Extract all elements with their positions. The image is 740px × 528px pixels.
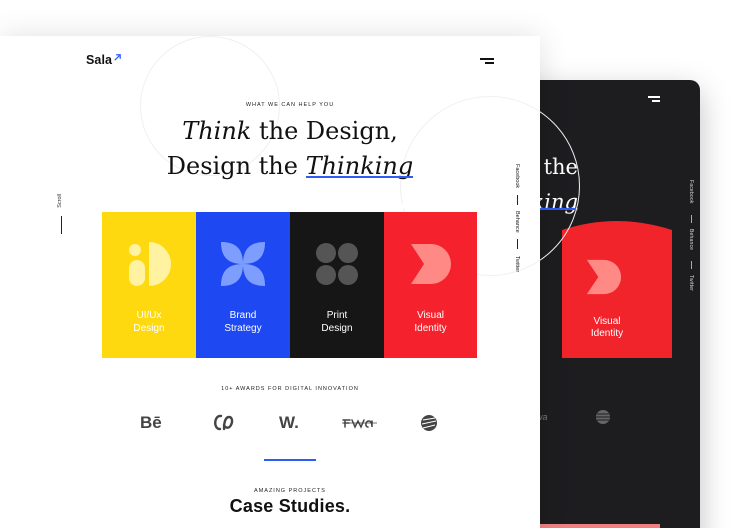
visual-identity-icon xyxy=(586,259,622,295)
fwa-icon xyxy=(342,419,377,429)
service-cards: UI/Ux Design Brand Strategy Print Design… xyxy=(102,212,477,358)
dark-award-logos: wa xyxy=(536,410,610,424)
services-kicker: WHAT WE CAN HELP YOU xyxy=(245,102,335,108)
light-theme-page: Sala WHAT WE CAN HELP YOU Think the Desi… xyxy=(0,36,580,528)
behance-logo[interactable]: Bē xyxy=(140,412,162,434)
hero-headline: Think the Design, Design the Thinking xyxy=(0,114,580,184)
headline-line1-rest: the Design, xyxy=(251,117,398,145)
dark-card-label-line1: Visual xyxy=(593,316,621,327)
service-card-ui-ux[interactable]: UI/Ux Design xyxy=(102,212,196,358)
dark-social-twitter[interactable]: Twitter xyxy=(688,275,694,291)
case-studies-title: Case Studies. xyxy=(229,496,351,516)
headline-line2-rest: Design the xyxy=(166,152,306,180)
cards-wave-top xyxy=(102,204,477,212)
globe-icon xyxy=(421,415,437,431)
menu-icon[interactable] xyxy=(480,58,494,65)
card-wave xyxy=(562,221,672,240)
card-label-line2: Strategy xyxy=(224,323,262,334)
card-label-line1: Visual xyxy=(416,310,445,321)
social-behance[interactable]: Behance xyxy=(514,211,520,233)
brand-logo[interactable]: Sala xyxy=(86,53,112,67)
card-label-line2: Design xyxy=(133,323,165,334)
css-awards-icon xyxy=(214,414,234,431)
section-divider xyxy=(264,459,316,461)
projects-kicker: AMAZING PROJECTS xyxy=(254,488,326,494)
arrow-up-right-icon xyxy=(114,54,121,61)
card-label-line1: UI/Ux xyxy=(136,310,162,321)
ui-ux-icon xyxy=(129,242,171,286)
social-links: Facebook Behance Twitter xyxy=(514,164,520,272)
award-logos: Bē W. xyxy=(138,412,438,436)
service-card-visual-identity[interactable]: Visual Identity xyxy=(384,212,477,358)
social-twitter[interactable]: Twitter xyxy=(514,256,520,272)
dark-service-card-visual-identity[interactable]: Visual Identity xyxy=(562,221,672,358)
webby-logo[interactable]: W. xyxy=(279,412,299,434)
dark-social-links: Facebook Behance Twitter xyxy=(674,180,694,300)
css-awards-logo[interactable] xyxy=(211,412,235,434)
headline-think: Think xyxy=(182,117,252,145)
card-label-line2: Design xyxy=(321,323,353,334)
card-label-line1: Print xyxy=(326,310,348,321)
print-design-icon xyxy=(316,243,358,285)
brand-strategy-icon xyxy=(221,242,265,286)
globe-icon xyxy=(596,410,610,424)
dark-social-facebook[interactable]: Facebook xyxy=(688,180,694,204)
card-label-line1: Brand xyxy=(229,310,257,321)
service-card-print-design[interactable]: Print Design xyxy=(290,212,384,358)
globe-logo[interactable] xyxy=(420,412,438,434)
fwa-logo[interactable] xyxy=(342,412,378,434)
dark-case-study-strip xyxy=(540,524,660,528)
menu-icon[interactable] xyxy=(648,96,660,102)
visual-identity-icon xyxy=(411,244,451,284)
social-facebook[interactable]: Facebook xyxy=(514,164,520,188)
scroll-label[interactable]: Scroll xyxy=(57,194,63,208)
headline-thinking: Thinking xyxy=(305,152,414,180)
dark-card-label-line2: Identity xyxy=(590,328,624,339)
service-card-brand-strategy[interactable]: Brand Strategy xyxy=(196,212,290,358)
awards-kicker: 10+ AWARDS FOR DIGITAL INNOVATION xyxy=(221,386,359,392)
card-label-line2: Identity xyxy=(414,323,447,334)
dark-social-behance[interactable]: Behance xyxy=(688,229,694,250)
scroll-line xyxy=(61,216,62,234)
